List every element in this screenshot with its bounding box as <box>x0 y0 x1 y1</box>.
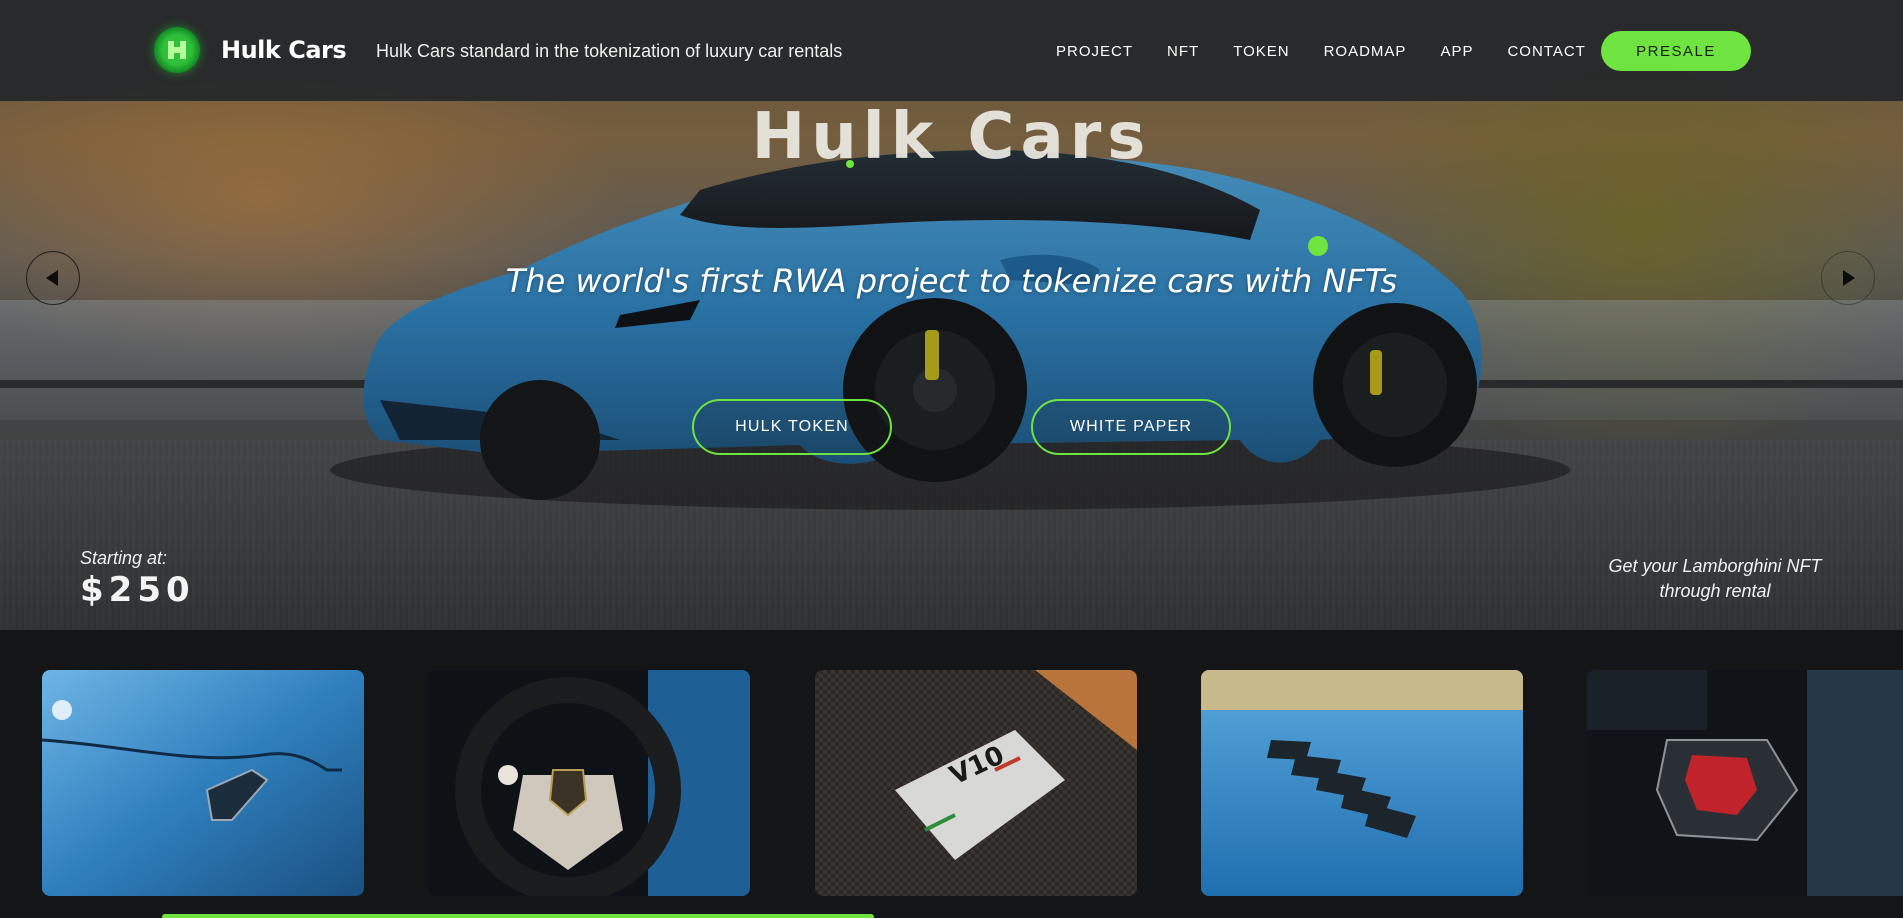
arrow-left-icon <box>46 270 58 286</box>
lamborghini-badge-image <box>42 670 364 896</box>
hero-subtitle: The world's first RWA project to tokeniz… <box>505 262 1398 300</box>
gallery-image-hood-badge[interactable] <box>42 670 364 896</box>
scroll-indicator-bar <box>162 914 874 918</box>
starting-price: $250 <box>80 570 195 610</box>
nft-rental-text: Get your Lamborghini NFT through rental <box>1608 556 1822 601</box>
hulk-logo-icon <box>168 41 186 59</box>
steering-wheel-image <box>428 670 750 896</box>
hulk-token-button[interactable]: HULK TOKEN <box>692 399 892 455</box>
hood-vents-image <box>1201 670 1523 896</box>
starting-at-label: Starting at: <box>80 548 168 568</box>
brand-name[interactable]: Hulk Cars <box>221 36 347 64</box>
gallery-image-steering-wheel[interactable] <box>428 670 750 896</box>
arrow-right-icon <box>1843 270 1855 286</box>
hulk-logo[interactable] <box>154 27 200 73</box>
nav-link-nft[interactable]: NFT <box>1167 43 1199 60</box>
green-dot <box>846 160 854 168</box>
brand-tagline: Hulk Cars standard in the tokenization o… <box>376 41 843 61</box>
white-paper-button[interactable]: WHITE PAPER <box>1031 399 1231 455</box>
nav-link-token[interactable]: TOKEN <box>1233 43 1289 60</box>
gallery-image-start-button[interactable] <box>1587 670 1903 896</box>
carousel-next-button[interactable] <box>1821 251 1875 305</box>
green-dot <box>1308 236 1328 256</box>
hero-title: Hulk Cars <box>751 100 1152 174</box>
car-gallery: V10 <box>0 630 1903 918</box>
carousel-prev-button[interactable] <box>26 251 80 305</box>
nav-menu: PROJECT NFT TOKEN ROADMAP APP CONTACT <box>1056 43 1620 60</box>
nav-link-roadmap[interactable]: ROADMAP <box>1324 43 1407 60</box>
v10-engine-plate-image: V10 <box>815 670 1137 896</box>
nav-link-contact[interactable]: CONTACT <box>1507 43 1585 60</box>
nav-link-app[interactable]: APP <box>1440 43 1473 60</box>
gallery-image-hood-vents[interactable] <box>1201 670 1523 896</box>
start-button-console-image <box>1587 670 1903 896</box>
presale-button[interactable]: PRESALE <box>1601 31 1751 71</box>
gallery-image-v10-plate[interactable]: V10 <box>815 670 1137 896</box>
nav-link-project[interactable]: PROJECT <box>1056 43 1133 60</box>
top-navbar: Hulk Cars Hulk Cars standard in the toke… <box>0 0 1903 101</box>
